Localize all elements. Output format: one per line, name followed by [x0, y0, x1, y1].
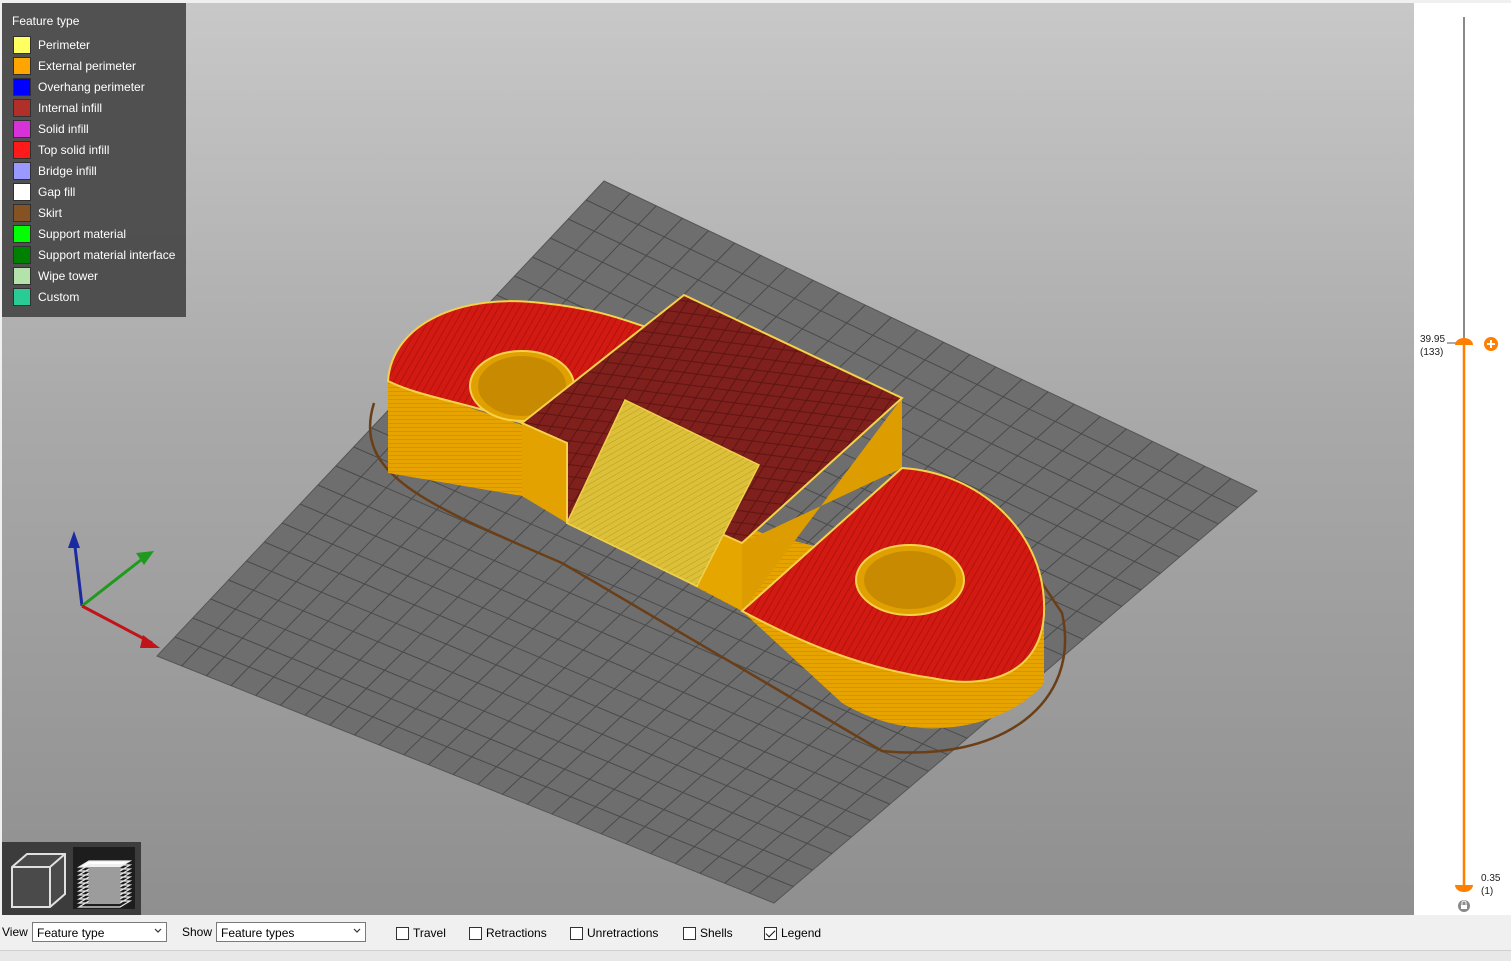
chevron-down-icon — [154, 928, 162, 933]
legend-item: Custom — [13, 287, 79, 306]
legend-swatch — [13, 119, 31, 138]
show-select-value: Feature types — [221, 926, 295, 940]
legend-item-label: External perimeter — [38, 58, 137, 73]
checkbox-box[interactable] — [469, 926, 482, 940]
gcode-preview-scene[interactable] — [2, 3, 1414, 915]
legend-swatch — [13, 182, 31, 201]
preview-toolbar: View Feature type Show Feature types Tra… — [0, 916, 1511, 950]
view-select-value: Feature type — [37, 926, 105, 940]
show-select[interactable]: Feature types — [216, 922, 366, 942]
checkbox-box[interactable] — [396, 926, 409, 940]
legend-item: Solid infill — [13, 119, 89, 138]
legend-item: Wipe tower — [13, 266, 98, 285]
legend-item: Internal infill — [13, 98, 102, 117]
layer-slider[interactable]: 39.95 (133) 0.35 (1) — [1414, 3, 1511, 915]
legend-item-label: Custom — [38, 289, 80, 304]
legend-item-label: Support material interface — [38, 247, 176, 262]
legend-item: Perimeter — [13, 35, 90, 54]
legend-item-label: Solid infill — [38, 121, 89, 136]
legend-item: Support material — [13, 224, 126, 243]
checkbox-box[interactable] — [764, 926, 777, 940]
upper-layer-number: (133) — [1420, 347, 1444, 358]
legend-item-label: Top solid infill — [38, 142, 110, 157]
legend-swatch — [13, 245, 31, 264]
upper-thumb[interactable] — [1455, 338, 1473, 345]
legend-swatch — [13, 287, 31, 306]
shells-checkbox[interactable]: Shells — [683, 926, 733, 940]
legend-swatch — [13, 266, 31, 285]
lower-height-value: 0.35 — [1481, 873, 1501, 884]
legend-swatch — [13, 56, 31, 75]
legend-item: Top solid infill — [13, 140, 109, 159]
view-label: View — [2, 925, 28, 939]
retractions-checkbox[interactable]: Retractions — [469, 926, 547, 940]
legend-swatch — [13, 224, 31, 243]
legend-item-label: Wipe tower — [38, 268, 99, 283]
unretractions-checkbox[interactable]: Unretractions — [570, 926, 658, 940]
legend-item-label: Support material — [38, 226, 127, 241]
legend-item-label: Skirt — [38, 205, 62, 220]
legend-item: Bridge infill — [13, 161, 97, 180]
chevron-down-icon — [353, 928, 361, 933]
legend-swatch — [13, 35, 31, 54]
cube-icon[interactable] — [7, 847, 69, 909]
legend-item-label: Perimeter — [38, 37, 91, 52]
retractions-label: Retractions — [486, 926, 547, 940]
legend-item-label: Internal infill — [38, 100, 103, 115]
legend-item: Skirt — [13, 203, 62, 222]
legend-swatch — [13, 203, 31, 222]
legend-swatch — [13, 161, 31, 180]
view-select[interactable]: Feature type — [32, 922, 167, 942]
lower-thumb[interactable] — [1455, 885, 1473, 892]
legend-swatch — [13, 98, 31, 117]
3d-viewport[interactable] — [2, 3, 1414, 915]
checkbox-box[interactable] — [683, 926, 696, 940]
legend-label: Legend — [781, 926, 822, 940]
lower-layer-number: (1) — [1481, 886, 1494, 897]
show-label: Show — [182, 925, 213, 939]
legend-item: Support material interface — [13, 245, 175, 264]
status-bar — [0, 950, 1511, 961]
travel-checkbox[interactable]: Travel — [396, 926, 446, 940]
legend-item: External perimeter — [13, 56, 136, 75]
axes-gizmo — [68, 531, 160, 648]
upper-height-value: 39.95 — [1420, 334, 1446, 345]
travel-label: Travel — [413, 926, 446, 940]
legend-item: Overhang perimeter — [13, 77, 145, 96]
layers-icon[interactable] — [73, 847, 135, 909]
unretractions-label: Unretractions — [587, 926, 659, 940]
legend-swatch — [13, 140, 31, 159]
legend-item-label: Overhang perimeter — [38, 79, 145, 94]
plus-circle-icon[interactable] — [1484, 337, 1498, 351]
legend-title: Feature type — [12, 14, 80, 28]
legend-checkbox[interactable]: Legend — [764, 926, 821, 940]
shells-label: Shells — [700, 926, 733, 940]
view-switch — [2, 842, 141, 915]
lock-icon[interactable] — [1458, 900, 1470, 912]
legend-item-label: Bridge infill — [38, 163, 97, 178]
legend-item-label: Gap fill — [38, 184, 76, 199]
checkbox-box[interactable] — [570, 926, 583, 940]
legend-item: Gap fill — [13, 182, 75, 201]
feature-type-legend: Feature type Perimeter External perimeter… — [2, 3, 186, 317]
legend-swatch — [13, 77, 31, 96]
